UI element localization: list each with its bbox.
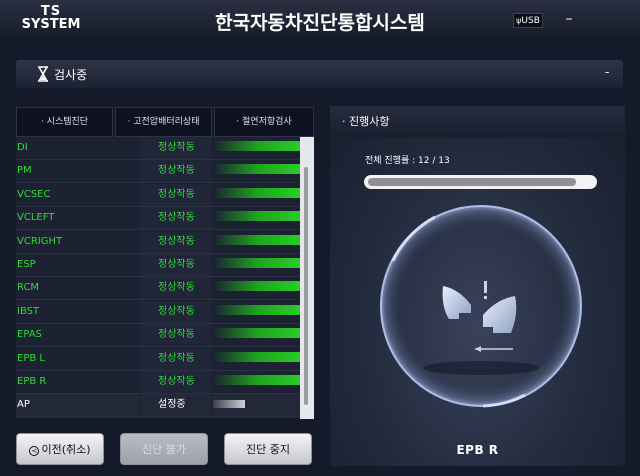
table-row[interactable]: DI 정상작동: [16, 137, 314, 160]
table-row[interactable]: ESP 정상작동: [16, 254, 314, 277]
status-text: 검사중: [54, 68, 88, 82]
module-progress-bar: [213, 371, 314, 393]
module-name: EPB L: [16, 347, 139, 370]
module-name: VCLEFT: [16, 207, 139, 230]
prev-cancel-label: 이전(취소): [41, 443, 91, 456]
module-progress-bar: [213, 160, 314, 183]
table-row[interactable]: VCRIGHT 정상작동: [16, 230, 314, 254]
module-status: 정상작동: [140, 371, 212, 393]
module-name: DI: [16, 137, 139, 159]
module-progress-bar: [213, 347, 314, 370]
current-item-label: EPB R: [456, 443, 499, 457]
module-progress-fill: [213, 234, 313, 245]
tab-insulation-test[interactable]: · 절연저항검사: [214, 107, 314, 137]
module-status: 정상작동: [140, 324, 212, 347]
app-title: 한국자동차진단통합시스템: [215, 12, 425, 34]
module-progress-fill: [213, 328, 313, 339]
title-bar: TS SYSTEM 한국자동차진단통합시스템 ψUSB –: [0, 0, 640, 44]
module-name: AP: [16, 394, 139, 417]
module-progress-fill: [213, 187, 313, 198]
warning-icon: [484, 281, 487, 299]
table-row[interactable]: VCLEFT 정상작동: [16, 207, 314, 231]
table-row[interactable]: AP 설정중: [16, 394, 314, 418]
table-row[interactable]: EPAS 정상작동: [16, 324, 314, 348]
module-progress-bar: [213, 230, 314, 253]
module-name: PM: [16, 160, 139, 183]
table-row[interactable]: IBST 정상작동: [16, 300, 314, 324]
module-progress-fill: [213, 258, 313, 268]
module-progress-bar: [213, 394, 314, 417]
table-scrollbar[interactable]: [300, 137, 314, 419]
hourglass-icon: [38, 66, 48, 82]
table-row[interactable]: VCSEC 정상작동: [16, 183, 314, 207]
module-status: 정상작동: [140, 254, 212, 276]
status-bar: 검사중 -: [16, 60, 623, 88]
diagnosis-tabs: · 시스템진단 · 고전압배터리상태 · 절연저항검사: [16, 107, 314, 137]
tab-hv-battery-status[interactable]: · 고전압배터리상태: [115, 107, 212, 137]
diagnosis-unavailable-button[interactable]: 진단 불가: [120, 433, 208, 465]
module-progress-fill: [213, 141, 313, 151]
scrollbar-thumb[interactable]: [304, 167, 308, 405]
module-progress-fill: [213, 304, 313, 315]
prev-cancel-button[interactable]: < 이전(취소): [16, 433, 104, 465]
progress-panel-header: · 진행사항: [330, 106, 625, 138]
table-row[interactable]: PM 정상작동: [16, 160, 314, 184]
module-status: 정상작동: [140, 137, 212, 159]
module-name: VCSEC: [16, 183, 139, 206]
overall-progress-text: 전체 진행률 : 12 / 13: [365, 156, 450, 166]
tab-system-diagnosis[interactable]: · 시스템진단: [16, 107, 113, 137]
module-progress-fill: [213, 351, 313, 362]
overall-progress-bar: [364, 175, 597, 189]
module-progress-fill: [213, 164, 313, 175]
module-status: 정상작동: [140, 347, 212, 370]
brake-caliper-animation: [380, 205, 582, 408]
module-progress-fill: [213, 400, 245, 409]
module-name: EPB R: [16, 371, 139, 393]
module-name: RCM: [16, 277, 139, 300]
module-status: 정상작동: [140, 207, 212, 230]
module-status: 정상작동: [140, 160, 212, 183]
status-collapse-button[interactable]: -: [605, 65, 609, 79]
module-progress-bar: [213, 207, 314, 230]
back-arrow-icon: <: [29, 446, 40, 456]
module-progress-bar: [213, 277, 314, 300]
table-row[interactable]: EPB L 정상작동: [16, 347, 314, 371]
module-name: ESP: [16, 254, 139, 276]
stop-diagnosis-button[interactable]: 진단 중지: [224, 433, 312, 465]
module-name: VCRIGHT: [16, 230, 139, 253]
diagnosis-table: DI 정상작동 PM 정상작동 VCSEC 정상작동 VCLEFT 정상작동 VCRIGHT 정상…: [16, 137, 314, 419]
table-row[interactable]: EPB R 정상작동: [16, 371, 314, 394]
module-status: 정상작동: [140, 230, 212, 253]
module-progress-fill: [213, 281, 313, 292]
logo-line-2: SYSTEM: [21, 17, 81, 32]
module-progress-bar: [213, 137, 314, 159]
usb-label: USB: [521, 16, 540, 26]
module-progress-bar: [213, 300, 314, 323]
module-status: 정상작동: [140, 183, 212, 206]
minimize-button[interactable]: –: [562, 11, 576, 27]
progress-panel: · 진행사항 전체 진행률 : 12 / 13 EPB R: [330, 106, 625, 466]
module-progress-fill: [213, 211, 313, 222]
overall-progress-fill: [368, 178, 576, 186]
module-status: 설정중: [140, 394, 212, 417]
table-row[interactable]: RCM 정상작동: [16, 277, 314, 301]
module-name: IBST: [16, 300, 139, 323]
module-status: 정상작동: [140, 300, 212, 323]
module-status: 정상작동: [140, 277, 212, 300]
module-progress-bar: [213, 324, 314, 347]
usb-indicator: ψUSB: [513, 13, 543, 28]
module-name: EPAS: [16, 324, 139, 347]
ts-system-logo: TS SYSTEM: [16, 5, 86, 36]
module-progress-bar: [213, 183, 314, 206]
module-progress-bar: [213, 254, 314, 276]
module-progress-fill: [213, 375, 313, 385]
